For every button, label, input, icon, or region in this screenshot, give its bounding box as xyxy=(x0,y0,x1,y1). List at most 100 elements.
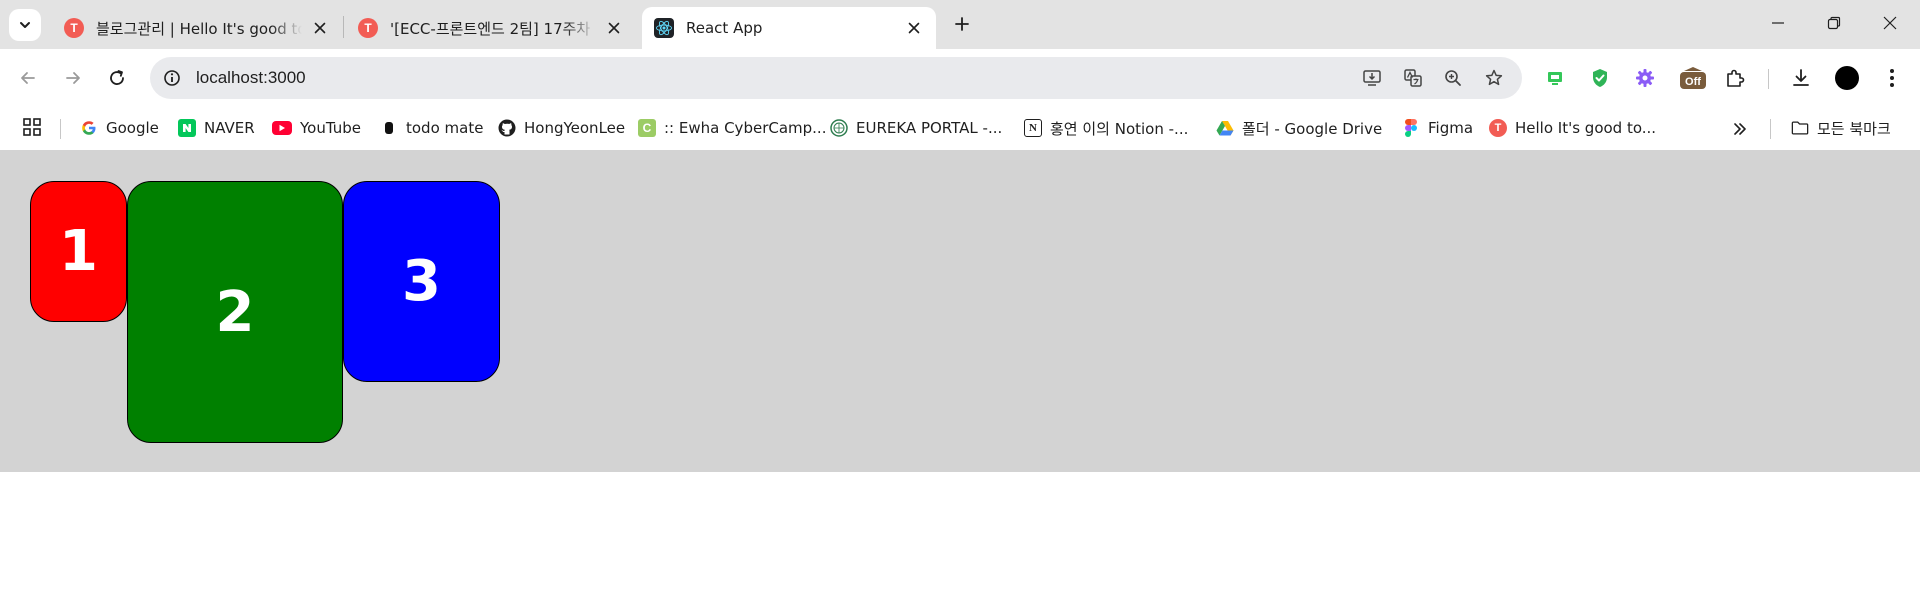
arrow-right-icon xyxy=(66,72,80,84)
avatar xyxy=(1835,66,1859,90)
bookmarks-overflow-button[interactable] xyxy=(1728,118,1752,140)
minimize-icon xyxy=(1772,22,1784,24)
reload-icon xyxy=(110,70,124,85)
apps-button[interactable] xyxy=(22,117,42,137)
restore-icon xyxy=(1827,16,1841,30)
figma-icon xyxy=(1402,119,1420,137)
tab-title: React App xyxy=(686,19,763,37)
reload-button[interactable] xyxy=(101,62,133,94)
bookmark-label: Google xyxy=(106,119,159,137)
close-icon xyxy=(908,22,920,34)
page-viewport: 1 2 3 xyxy=(0,150,1920,600)
bookmarks-separator xyxy=(1770,119,1771,139)
gear-icon xyxy=(1636,69,1654,87)
tistory-icon: T xyxy=(358,18,378,38)
tab-ecc-frontend[interactable]: T '[ECC-프론트엔드 2팀] 17주차 xyxy=(346,7,636,49)
extension-screen-button[interactable] xyxy=(1541,64,1569,92)
bookmark-label: YouTube xyxy=(300,119,361,137)
downloads-button[interactable] xyxy=(1787,64,1815,92)
address-bar[interactable]: localhost:3000 xyxy=(150,57,1522,99)
translate-button[interactable] xyxy=(1401,66,1425,90)
back-button[interactable] xyxy=(12,62,44,94)
close-icon xyxy=(1883,16,1897,30)
double-chevron-right-icon xyxy=(1734,123,1746,135)
bookmark-notion[interactable]: N 홍연 이의 Notion -... xyxy=(1024,114,1188,142)
tab-react-app[interactable]: React App xyxy=(642,7,936,49)
bookmark-label: todo mate xyxy=(406,119,484,137)
bookmark-google-drive[interactable]: 폴더 - Google Drive xyxy=(1216,114,1382,142)
bookmark-todo-mate[interactable]: todo mate xyxy=(380,114,483,142)
bookmark-hongyeonlee[interactable]: HongYeonLee xyxy=(498,114,625,142)
cybercampus-icon: C xyxy=(638,119,656,137)
box-3-label: 3 xyxy=(402,249,441,314)
bookmark-label: 폴더 - Google Drive xyxy=(1242,119,1383,138)
react-icon xyxy=(654,18,674,38)
bookmark-label: NAVER xyxy=(204,119,255,137)
app-container: 1 2 3 xyxy=(0,150,1920,472)
screen-extension-icon xyxy=(1548,72,1562,85)
forward-button[interactable] xyxy=(57,62,89,94)
tab-close-button[interactable] xyxy=(310,18,330,38)
zoom-icon xyxy=(1445,70,1461,86)
bookmark-eureka-portal[interactable]: EUREKA PORTAL -... xyxy=(830,114,1002,142)
browser-menu-button[interactable] xyxy=(1878,64,1906,92)
extension-shield-button[interactable] xyxy=(1586,64,1614,92)
tab-close-button[interactable] xyxy=(604,18,624,38)
chevron-down-icon xyxy=(20,22,30,28)
bookmark-youtube[interactable]: YouTube xyxy=(272,114,361,142)
bookmark-label: EUREKA PORTAL -... xyxy=(856,119,1003,137)
star-icon xyxy=(1485,69,1503,86)
notion-icon: N xyxy=(1024,119,1042,137)
extension-off-button[interactable]: Off xyxy=(1676,64,1710,92)
tab-title: '[ECC-프론트엔드 2팀] 17주차 xyxy=(390,19,591,38)
info-icon xyxy=(164,70,180,86)
tab-separator xyxy=(343,16,344,38)
url-text[interactable]: localhost:3000 xyxy=(196,68,306,88)
browser-toolbar: localhost:3000 Off xyxy=(0,49,1920,107)
more-vertical-icon xyxy=(1890,69,1894,87)
extensions-menu-button[interactable] xyxy=(1721,64,1749,92)
plus-icon xyxy=(955,17,969,31)
minimize-button[interactable] xyxy=(1750,0,1806,46)
new-tab-button[interactable] xyxy=(948,10,976,38)
tab-blog-admin[interactable]: T 블로그관리 | Hello It's good to xyxy=(52,7,342,49)
bookmark-label: 홍연 이의 Notion -... xyxy=(1050,119,1189,138)
box-2-label: 2 xyxy=(215,279,255,345)
extension-gear-button[interactable] xyxy=(1631,64,1659,92)
todo-mate-icon xyxy=(380,119,398,137)
tistory-icon: T xyxy=(1489,119,1507,137)
bookmark-label: Figma xyxy=(1428,119,1474,137)
all-bookmarks-button[interactable]: 모든 북마크 xyxy=(1791,114,1891,142)
folder-icon xyxy=(1791,119,1809,137)
close-window-button[interactable] xyxy=(1862,0,1918,46)
install-icon xyxy=(1363,70,1381,86)
zoom-button[interactable] xyxy=(1441,66,1465,90)
tab-close-button[interactable] xyxy=(904,18,924,38)
bookmark-hello-blog[interactable]: T Hello It's good to... xyxy=(1489,114,1656,142)
bookmark-naver[interactable]: NAVER xyxy=(178,114,255,142)
tab-search-button[interactable] xyxy=(9,9,41,41)
google-icon xyxy=(80,119,98,137)
ewha-emblem-icon xyxy=(830,119,848,137)
bookmarks-separator xyxy=(60,119,61,139)
google-drive-icon xyxy=(1216,119,1234,137)
bookmark-star-button[interactable] xyxy=(1482,66,1506,90)
restore-button[interactable] xyxy=(1806,0,1862,46)
apps-grid-icon xyxy=(23,118,41,136)
site-info-button[interactable] xyxy=(160,66,184,90)
naver-icon xyxy=(178,119,196,137)
puzzle-icon xyxy=(1727,69,1745,87)
bookmark-label: :: Ewha CyberCamp... xyxy=(664,119,827,137)
bookmark-google[interactable]: Google xyxy=(80,114,159,142)
bookmark-ewha-cybercamp[interactable]: C :: Ewha CyberCamp... xyxy=(638,114,826,142)
youtube-icon xyxy=(272,121,292,135)
close-icon xyxy=(314,22,326,34)
all-bookmarks-label: 모든 북마크 xyxy=(1817,119,1891,138)
install-app-button[interactable] xyxy=(1360,66,1384,90)
close-icon xyxy=(608,22,620,34)
box-1-label: 1 xyxy=(59,219,98,284)
profile-avatar-button[interactable] xyxy=(1833,64,1861,92)
download-icon xyxy=(1793,69,1809,86)
bookmark-label: HongYeonLee xyxy=(524,119,626,137)
bookmark-figma[interactable]: Figma xyxy=(1402,114,1473,142)
